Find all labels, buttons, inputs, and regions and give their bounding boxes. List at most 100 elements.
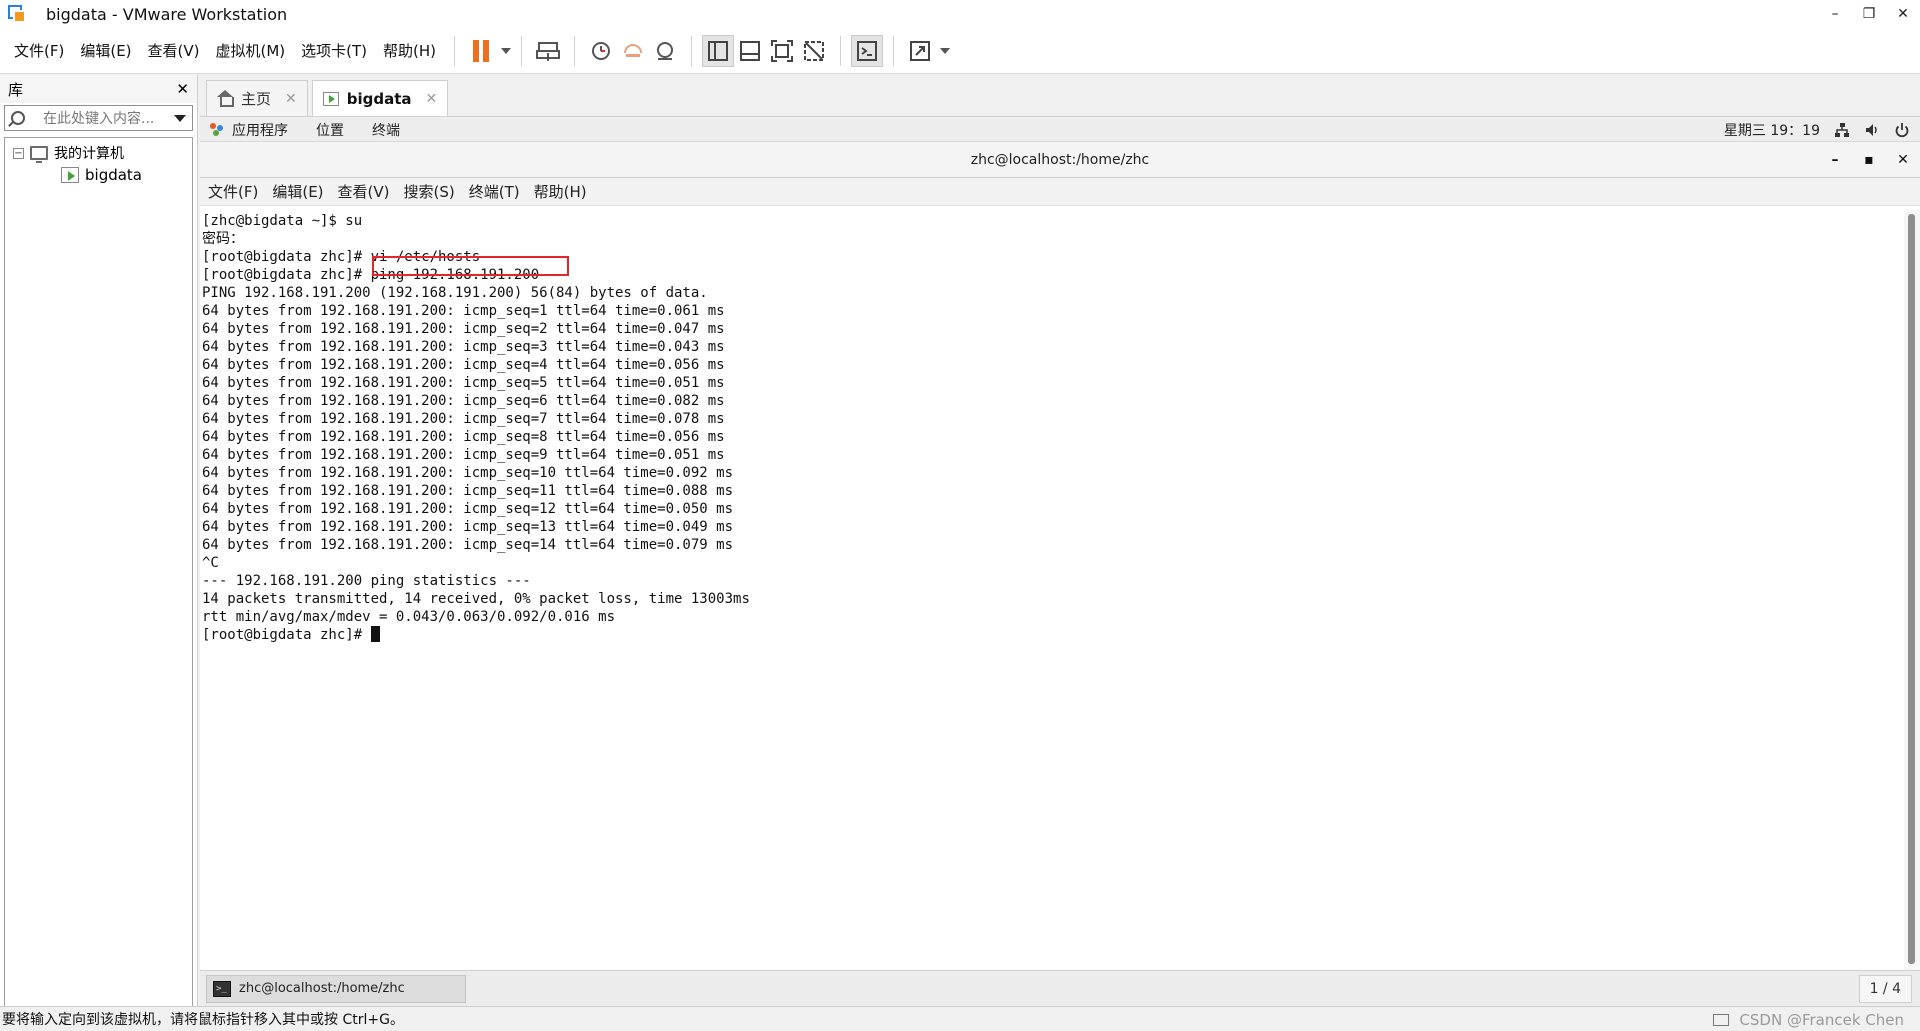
library-close-icon[interactable]: ✕ xyxy=(176,80,189,98)
menu-file[interactable]: 文件(F) xyxy=(14,40,64,61)
scrollbar-thumb[interactable] xyxy=(1908,214,1915,964)
vmware-logo-icon xyxy=(6,3,28,25)
pause-dropdown-icon[interactable] xyxy=(501,47,512,54)
menu-vm[interactable]: 虚拟机(M) xyxy=(216,40,286,61)
thumbnail-bar-icon xyxy=(740,40,761,61)
library-panel: 库 ✕ 在此处键入内容... − 我的计算机 bigdata xyxy=(0,75,198,1006)
restore-button[interactable]: ❐ xyxy=(1852,0,1886,28)
menu-tabs[interactable]: 选项卡(T) xyxy=(301,40,367,61)
stretch-guest-button[interactable] xyxy=(904,35,936,67)
minimize-button[interactable]: – xyxy=(1818,0,1852,28)
terminal-line: --- 192.168.191.200 ping statistics --- xyxy=(202,573,531,589)
snapshot-manager-icon xyxy=(657,41,674,60)
vm-running-icon xyxy=(61,167,79,183)
terminal-line: [zhc@bigdata ~]$ su xyxy=(202,213,363,229)
library-search-placeholder: 在此处键入内容... xyxy=(43,111,155,127)
tab-close-icon[interactable]: ✕ xyxy=(426,91,438,107)
menu-help[interactable]: 帮助(H) xyxy=(383,40,436,61)
gnome-clock[interactable]: 星期三 19：19 xyxy=(1724,120,1820,140)
tab-close-icon[interactable]: ✕ xyxy=(285,91,297,107)
terminal-menu-help[interactable]: 帮助(H) xyxy=(534,181,587,202)
workspace-pager[interactable]: 1 / 4 xyxy=(1858,975,1912,1003)
vm-icon xyxy=(322,91,339,106)
toolbar-separator xyxy=(840,35,842,66)
taskbar-item-label: zhc@localhost:/home/zhc xyxy=(239,981,405,996)
terminal-minimize-button[interactable]: – xyxy=(1818,142,1852,178)
tab-strip: 主页 ✕ bigdata ✕ xyxy=(200,75,1920,117)
gnome-menu-terminal[interactable]: 终端 xyxy=(372,120,400,140)
terminal-icon: >_ xyxy=(213,980,231,997)
terminal-close-button[interactable]: ✕ xyxy=(1886,142,1920,178)
terminal-scrollbar[interactable] xyxy=(1904,210,1920,970)
full-screen-icon xyxy=(771,39,794,62)
terminal-menu-edit[interactable]: 编辑(E) xyxy=(272,181,323,202)
library-search-input[interactable]: 在此处键入内容... xyxy=(4,105,193,131)
library-view-icon xyxy=(708,40,729,61)
library-header: 库 ✕ xyxy=(0,75,197,103)
pause-icon xyxy=(473,39,490,62)
toolbar-separator xyxy=(691,35,693,66)
command-highlight-box xyxy=(372,256,569,276)
terminal-line: 64 bytes from 192.168.191.200: icmp_seq=… xyxy=(202,393,725,409)
status-bar: 要将输入定向到该虚拟机，请将鼠标指针移入其中或按 Ctrl+G。 CSDN @F… xyxy=(0,1006,1920,1031)
gnome-window-list: >_ zhc@localhost:/home/zhc 1 / 4 xyxy=(200,970,1920,1006)
terminal-menu-file[interactable]: 文件(F) xyxy=(208,181,258,202)
tree-item-my-computer[interactable]: − 我的计算机 xyxy=(5,142,192,164)
thumbnail-bar-button[interactable] xyxy=(734,35,766,67)
terminal-title-bar: zhc@localhost:/home/zhc – ▪ ✕ xyxy=(200,142,1920,178)
tree-item-bigdata[interactable]: bigdata xyxy=(5,164,192,186)
stretch-icon xyxy=(910,40,931,61)
tab-home[interactable]: 主页 ✕ xyxy=(206,80,308,116)
send-ctrl-alt-del-button[interactable] xyxy=(532,35,564,67)
terminal-maximize-button[interactable]: ▪ xyxy=(1852,142,1886,178)
unity-button[interactable] xyxy=(798,35,830,67)
terminal-line: ^C xyxy=(202,555,219,571)
terminal-line: rtt min/avg/max/mdev = 0.043/0.063/0.092… xyxy=(202,609,616,625)
terminal-line: 64 bytes from 192.168.191.200: icmp_seq=… xyxy=(202,537,734,553)
revert-snapshot-button[interactable] xyxy=(617,35,649,67)
menu-view[interactable]: 查看(V) xyxy=(148,40,200,61)
window-title-bar: bigdata - VMware Workstation – ❐ ✕ xyxy=(0,0,1920,28)
close-button[interactable]: ✕ xyxy=(1886,0,1920,28)
terminal-prompt: [root@bigdata zhc]# xyxy=(202,627,371,643)
tab-label: bigdata xyxy=(346,89,412,108)
collapse-icon[interactable]: − xyxy=(13,147,24,159)
terminal-title: zhc@localhost:/home/zhc xyxy=(970,151,1150,168)
pause-button[interactable] xyxy=(465,35,497,67)
gnome-menu-places[interactable]: 位置 xyxy=(316,120,344,140)
terminal-menu-search[interactable]: 搜索(S) xyxy=(404,181,455,202)
terminal-prompt-line: [root@bigdata zhc]# xyxy=(202,626,1904,644)
taskbar-item-terminal[interactable]: >_ zhc@localhost:/home/zhc xyxy=(206,974,466,1003)
menu-edit[interactable]: 编辑(E) xyxy=(80,40,131,61)
show-library-button[interactable] xyxy=(702,34,735,67)
terminal-line: 64 bytes from 192.168.191.200: icmp_seq=… xyxy=(202,519,734,535)
search-dropdown-icon[interactable] xyxy=(174,114,186,122)
console-icon xyxy=(857,40,878,61)
terminal-line: 64 bytes from 192.168.191.200: icmp_seq=… xyxy=(202,303,725,319)
terminal-line: 密码： xyxy=(202,231,244,247)
terminal-cursor xyxy=(370,626,380,642)
keyboard-icon xyxy=(536,41,561,61)
snapshot-manager-button[interactable] xyxy=(649,35,681,67)
tab-bigdata[interactable]: bigdata ✕ xyxy=(311,80,449,116)
terminal-line: 64 bytes from 192.168.191.200: icmp_seq=… xyxy=(202,447,725,463)
volume-icon[interactable] xyxy=(1864,122,1880,138)
terminal-menu-view[interactable]: 查看(V) xyxy=(338,181,390,202)
toolbar-separator xyxy=(521,35,523,66)
menu-toolbar: 文件(F) 编辑(E) 查看(V) 虚拟机(M) 选项卡(T) 帮助(H) xyxy=(0,28,1920,74)
stretch-dropdown-icon[interactable] xyxy=(940,47,951,54)
terminal-menu-terminal[interactable]: 终端(T) xyxy=(469,181,520,202)
gnome-menu-applications[interactable]: 应用程序 xyxy=(232,120,288,140)
full-screen-button[interactable] xyxy=(766,35,798,67)
toolbar-separator xyxy=(454,35,456,66)
network-icon[interactable] xyxy=(1834,122,1850,138)
snapshot-button[interactable] xyxy=(585,35,617,67)
device-status-icon[interactable] xyxy=(1713,1013,1730,1026)
console-view-button[interactable] xyxy=(851,34,884,67)
power-icon[interactable] xyxy=(1894,122,1910,138)
gnome-top-bar: 应用程序 位置 终端 星期三 19：19 xyxy=(200,118,1920,142)
terminal-output[interactable]: [zhc@bigdata ~]$ su 密码： [root@bigdata zh… xyxy=(200,210,1904,970)
unity-icon xyxy=(804,40,825,61)
guest-console[interactable]: 应用程序 位置 终端 星期三 19：19 zhc@localhost:/home… xyxy=(200,118,1920,1006)
terminal-line: 64 bytes from 192.168.191.200: icmp_seq=… xyxy=(202,321,725,337)
